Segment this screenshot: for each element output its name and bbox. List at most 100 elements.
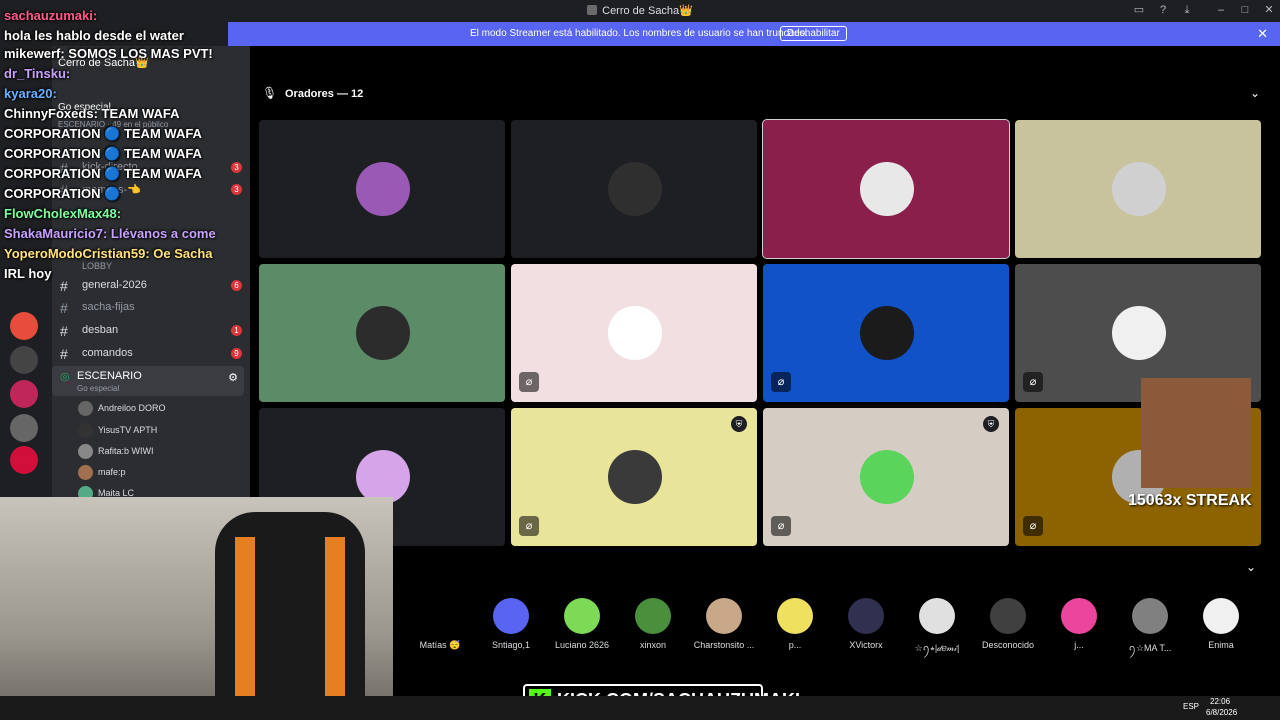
- chat-line: dr_Tinsku:: [4, 66, 71, 81]
- server-icon[interactable]: [10, 312, 38, 340]
- mic-muted-icon: ⌀: [519, 372, 539, 392]
- avatar: [1132, 598, 1168, 634]
- mic-muted-icon: ⌀: [519, 516, 539, 536]
- avatar: [1061, 598, 1097, 634]
- avatar: [78, 401, 93, 416]
- audience-member[interactable]: j...: [1044, 598, 1114, 658]
- audience-member[interactable]: XVictorx: [831, 598, 901, 658]
- speaker-avatar: [608, 306, 662, 360]
- moderator-shield-icon: ⛨: [983, 416, 999, 432]
- audience-member[interactable]: Enima: [1186, 598, 1256, 658]
- speaker-tile[interactable]: [1015, 120, 1261, 258]
- avatar: [78, 465, 93, 480]
- audience-name: Enima: [1208, 640, 1234, 650]
- clock-time[interactable]: 22:06: [1210, 697, 1230, 706]
- speaker-avatar: [1112, 162, 1166, 216]
- voice-channel-name: ESCENARIO: [77, 370, 142, 382]
- chat-line: mikewerf: SOMOS LOS MAS PVT!: [4, 46, 213, 61]
- audience-member[interactable]: xinxon: [618, 598, 688, 658]
- speaker-avatar: [1112, 306, 1166, 360]
- server-icon[interactable]: [10, 380, 38, 408]
- chat-line: ChinnyFoxeds: TEAM WAFA: [4, 106, 180, 121]
- chat-line: CORPORATION 🔵 TEAM WAFA: [4, 166, 202, 181]
- speaker-avatar: [608, 450, 662, 504]
- avatar: [493, 598, 529, 634]
- audience-member[interactable]: p...: [760, 598, 830, 658]
- moderator-shield-icon: ⛨: [731, 416, 747, 432]
- channel-item[interactable]: # desban 1: [60, 321, 246, 341]
- hash-icon: #: [60, 300, 68, 316]
- audience-name: Desconocido: [981, 640, 1035, 650]
- avatar: [706, 598, 742, 634]
- speakers-header: 🎙 Oradores — 12 ⌄: [250, 84, 1280, 106]
- chat-overlay: sachauzumaki: hola les hablo desde el wa…: [0, 0, 240, 290]
- audience-member[interactable]: ꪆ☆MA T...: [1115, 598, 1185, 658]
- disable-streamer-button[interactable]: Deshabilitar: [780, 26, 847, 41]
- channel-item[interactable]: # comandos 9: [60, 344, 246, 364]
- audience-name: ☆ꪆ⭒|𝒹𝑒𝓂𝒾|: [914, 643, 960, 653]
- speaker-avatar: [608, 162, 662, 216]
- chat-line: YoperoModoCristian59: Oe Sacha: [4, 246, 213, 261]
- chat-line: FlowCholexMax48:: [4, 206, 122, 221]
- audience-name: XVictorx: [849, 640, 883, 650]
- avatar: [422, 598, 458, 634]
- webcam-feed: [0, 497, 393, 720]
- maximize-icon[interactable]: □: [1238, 3, 1252, 17]
- audience-name: j...: [1074, 640, 1084, 650]
- audience-name: Sntiago,1: [491, 640, 531, 650]
- laughing-face-overlay: [1141, 378, 1251, 488]
- audience-member[interactable]: ☆ꪆ⭒|𝒹𝑒𝓂𝒾|: [902, 598, 972, 658]
- language-indicator[interactable]: ESP: [1183, 702, 1199, 711]
- chat-line: IRL hoy: [4, 266, 52, 281]
- chevron-down-icon[interactable]: ⌄: [1250, 86, 1260, 100]
- audience-name: xinxon: [639, 640, 666, 650]
- app-logo-icon: [587, 5, 598, 15]
- audience-member[interactable]: Matías 😴: [405, 598, 475, 658]
- audience-name: ꪆ☆MA T...: [1128, 643, 1172, 653]
- help-icon[interactable]: ?: [1156, 3, 1170, 17]
- hash-icon: #: [60, 346, 68, 362]
- clock-date[interactable]: 6/8/2026: [1206, 708, 1237, 717]
- server-icon[interactable]: [10, 346, 38, 374]
- speaker-tile[interactable]: [762, 119, 1010, 259]
- speaker-tile[interactable]: [259, 264, 505, 402]
- audience-member[interactable]: Luciano 2626: [547, 598, 617, 658]
- avatar: [990, 598, 1026, 634]
- speaker-tile[interactable]: ⌀ ⛨: [511, 408, 757, 546]
- mic-icon: 🎙: [262, 86, 278, 100]
- speaker-avatar: [860, 162, 914, 216]
- streamer-mode-banner: El modo Streamer está habilitado. Los no…: [228, 22, 1280, 46]
- avatar: [1203, 598, 1239, 634]
- close-icon[interactable]: ✕: [1262, 3, 1276, 17]
- avatar: [848, 598, 884, 634]
- audience-member[interactable]: Sntiago,1: [476, 598, 546, 658]
- audience-member[interactable]: Charstonsito ...: [689, 598, 759, 658]
- mic-muted-icon: ⌀: [1023, 516, 1043, 536]
- download-icon[interactable]: ⤓: [1180, 3, 1194, 17]
- speaker-tile[interactable]: ⌀: [763, 264, 1009, 402]
- voice-channel-escenario[interactable]: ◎ ESCENARIO Go especial ⚙: [52, 366, 244, 396]
- hash-icon: #: [60, 323, 68, 339]
- speaker-tile[interactable]: ⌀ ⛨: [763, 408, 1009, 546]
- channel-item[interactable]: # sacha-fijas: [60, 298, 246, 318]
- server-icon[interactable]: [10, 414, 38, 442]
- server-icon[interactable]: [10, 446, 38, 474]
- inbox-icon[interactable]: ▭: [1132, 3, 1146, 17]
- chat-line: hola les hablo desde el water: [4, 28, 184, 43]
- speaker-avatar: [356, 450, 410, 504]
- chat-line: sachauzumaki:: [4, 8, 98, 23]
- speaker-tile[interactable]: [511, 120, 757, 258]
- window-title-text: Cerro de Sacha👑: [602, 5, 693, 17]
- settings-icon[interactable]: ⚙: [228, 371, 238, 384]
- minimize-icon[interactable]: –: [1214, 3, 1228, 17]
- speakers-count: Oradores — 12: [285, 88, 364, 100]
- audience-name: Luciano 2626: [554, 640, 610, 650]
- speaker-tile[interactable]: ⌀: [511, 264, 757, 402]
- avatar: [564, 598, 600, 634]
- chat-line: ShakaMauricio7: Llévanos a come: [4, 226, 216, 241]
- banner-close-icon[interactable]: ✕: [1257, 26, 1268, 42]
- audience-member[interactable]: Desconocido: [973, 598, 1043, 658]
- speaker-tile[interactable]: [259, 120, 505, 258]
- chevron-down-icon[interactable]: ⌄: [1246, 560, 1256, 574]
- banner-message: El modo Streamer está habilitado. Los no…: [470, 28, 808, 39]
